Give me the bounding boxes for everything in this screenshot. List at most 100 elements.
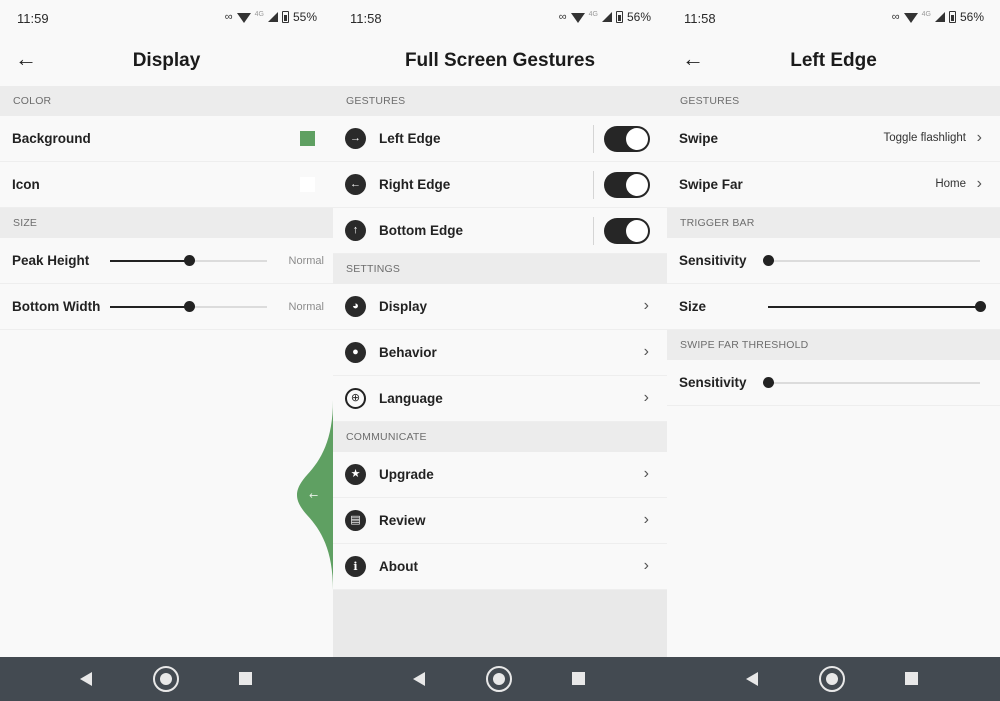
- divider: [593, 171, 594, 199]
- icon-color-row[interactable]: Icon: [0, 162, 333, 208]
- account-circle-icon: ●: [345, 342, 366, 363]
- section-header-gestures: GESTURES: [333, 86, 667, 116]
- row-label: Icon: [12, 177, 40, 192]
- recents-icon[interactable]: [239, 672, 252, 685]
- slider-fill: [110, 260, 189, 262]
- communicate-upgrade-row[interactable]: ★ Upgrade ›: [333, 452, 667, 498]
- page-title: Display: [132, 50, 201, 71]
- row-label: Display: [379, 299, 428, 314]
- row-label: Background: [12, 131, 91, 146]
- recents-icon[interactable]: [572, 672, 585, 685]
- chevron-right-icon: ›: [643, 297, 649, 314]
- gesture-bottom-edge-row[interactable]: ↑ Bottom Edge: [333, 208, 667, 254]
- toggle-thumb: [626, 128, 648, 150]
- signal-icon: [934, 12, 945, 22]
- home-icon[interactable]: [486, 666, 512, 692]
- slider-knob[interactable]: [763, 377, 774, 388]
- row-label: Size: [679, 299, 707, 314]
- network-type: 4G: [254, 10, 264, 18]
- status-time: 11:59: [17, 11, 49, 26]
- gesture-right-edge-row[interactable]: ← Right Edge: [333, 162, 667, 208]
- review-icon: ▤: [345, 510, 366, 531]
- section-header-trigger-bar: TRIGGER BAR: [667, 208, 1000, 238]
- communicate-about-row[interactable]: i About ›: [333, 544, 667, 590]
- back-icon[interactable]: [413, 672, 425, 686]
- right-edge-toggle[interactable]: [604, 172, 650, 198]
- row-label: Sensitivity: [679, 375, 747, 390]
- toggle-thumb: [626, 220, 648, 242]
- info-icon: i: [345, 556, 366, 577]
- bottom-width-row: Bottom Width Normal: [0, 284, 333, 330]
- signal-icon: [601, 12, 612, 22]
- slider-knob[interactable]: [975, 301, 986, 312]
- row-label: About: [379, 559, 418, 574]
- background-color-row[interactable]: Background: [0, 116, 333, 162]
- row-label: Swipe Far: [679, 177, 743, 192]
- battery-icon: [281, 11, 289, 23]
- settings-display-row[interactable]: ◕ Display ›: [333, 284, 667, 330]
- swipe-far-action-value: Home: [935, 178, 966, 190]
- battery-icon: [615, 11, 623, 23]
- settings-behavior-row[interactable]: ● Behavior ›: [333, 330, 667, 376]
- back-icon[interactable]: [746, 672, 758, 686]
- trigger-sensitivity-slider[interactable]: [763, 255, 980, 266]
- peak-height-row: Peak Height Normal: [0, 238, 333, 284]
- globe-icon: ⊕: [345, 388, 366, 409]
- home-icon[interactable]: [819, 666, 845, 692]
- app-bar: ← Left Edge: [667, 36, 1000, 86]
- row-label: Left Edge: [379, 131, 441, 146]
- battery-percent: 55%: [292, 10, 317, 24]
- recents-icon[interactable]: [905, 672, 918, 685]
- communicate-review-row[interactable]: ▤ Review ›: [333, 498, 667, 544]
- row-label: Bottom Edge: [379, 223, 463, 238]
- divider: [593, 217, 594, 245]
- slider-fill: [110, 306, 189, 308]
- settings-language-row[interactable]: ⊕ Language ›: [333, 376, 667, 422]
- swipe-row[interactable]: Swipe Toggle flashlight ›: [667, 116, 1000, 162]
- peak-height-slider[interactable]: [110, 255, 267, 266]
- swipe-far-row[interactable]: Swipe Far Home ›: [667, 162, 1000, 208]
- home-icon[interactable]: [153, 666, 179, 692]
- full-screen-gestures-screen: 11:58 ∞ 4G 56% Full Screen Gestures GEST…: [333, 0, 667, 657]
- far-sensitivity-row: Sensitivity: [667, 360, 1000, 406]
- chevron-right-icon: ›: [643, 511, 649, 528]
- slider-value: Normal: [288, 255, 324, 267]
- chevron-right-icon: ›: [976, 175, 982, 192]
- section-header-settings: SETTINGS: [333, 254, 667, 284]
- trigger-size-row: Size: [667, 284, 1000, 330]
- bottom-edge-toggle[interactable]: [604, 218, 650, 244]
- section-header-gestures: GESTURES: [667, 86, 1000, 116]
- chevron-right-icon: ›: [643, 389, 649, 406]
- app-bar: ← Display: [0, 36, 333, 86]
- battery-percent: 56%: [626, 10, 651, 24]
- gesture-left-edge-row[interactable]: → Left Edge: [333, 116, 667, 162]
- section-header-swipe-far-threshold: SWIPE FAR THRESHOLD: [667, 330, 1000, 360]
- slider-knob[interactable]: [763, 255, 774, 266]
- back-icon[interactable]: [80, 672, 92, 686]
- row-label: Behavior: [379, 345, 437, 360]
- status-bar: 11:58 ∞ 4G 56%: [667, 0, 1000, 36]
- slider-knob[interactable]: [183, 255, 195, 266]
- page-title: Full Screen Gestures: [404, 50, 596, 71]
- wifi-icon: [236, 12, 251, 23]
- row-label: Swipe: [679, 131, 719, 146]
- far-sensitivity-slider[interactable]: [763, 377, 980, 388]
- row-label: Right Edge: [379, 177, 451, 192]
- section-header-size: SIZE: [0, 208, 333, 238]
- status-icons: ∞ 4G 55%: [225, 10, 317, 24]
- row-label: Review: [379, 513, 426, 528]
- slider-knob[interactable]: [183, 301, 195, 312]
- chevron-right-icon: ›: [643, 465, 649, 482]
- bottom-width-slider[interactable]: [110, 301, 267, 312]
- battery-icon: [948, 11, 956, 23]
- star-circle-icon: ★: [345, 464, 366, 485]
- system-nav-bar: [0, 657, 1000, 701]
- left-edge-toggle[interactable]: [604, 126, 650, 152]
- arrow-left-circle-icon: ←: [345, 174, 366, 195]
- trigger-size-slider[interactable]: [768, 301, 986, 312]
- section-header-color: COLOR: [0, 86, 333, 116]
- background-color-swatch[interactable]: [300, 131, 315, 146]
- link-icon: ∞: [224, 11, 233, 23]
- link-icon: ∞: [891, 11, 900, 23]
- icon-color-swatch[interactable]: [300, 177, 315, 192]
